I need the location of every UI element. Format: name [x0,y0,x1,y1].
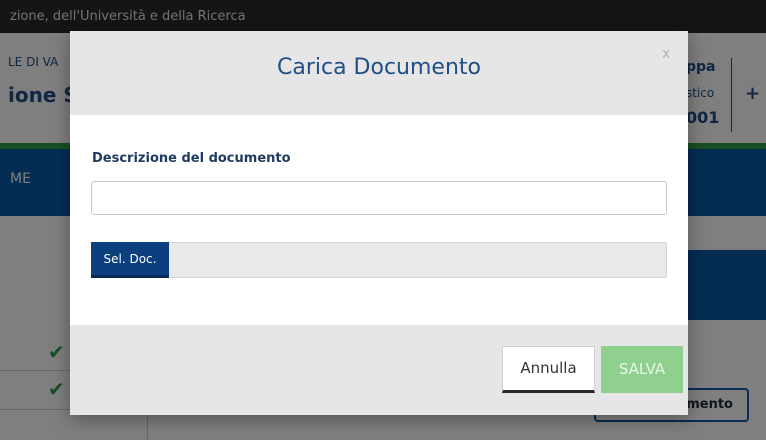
description-label: Descrizione del documento [92,151,291,166]
modal-header: Carica Documento x [70,31,688,115]
upload-document-modal: Carica Documento x Descrizione del docum… [70,31,688,415]
file-select-field[interactable]: Sel. Doc. [91,242,667,278]
modal-footer: Annulla SALVA [70,325,688,415]
select-document-button[interactable]: Sel. Doc. [91,242,169,278]
cancel-button[interactable]: Annulla [502,346,595,393]
modal-title: Carica Documento [276,55,481,80]
save-button[interactable]: SALVA [601,346,683,393]
description-input[interactable] [91,181,667,215]
close-icon[interactable]: x [662,46,670,62]
modal-body: Descrizione del documento Sel. Doc. [70,115,688,325]
